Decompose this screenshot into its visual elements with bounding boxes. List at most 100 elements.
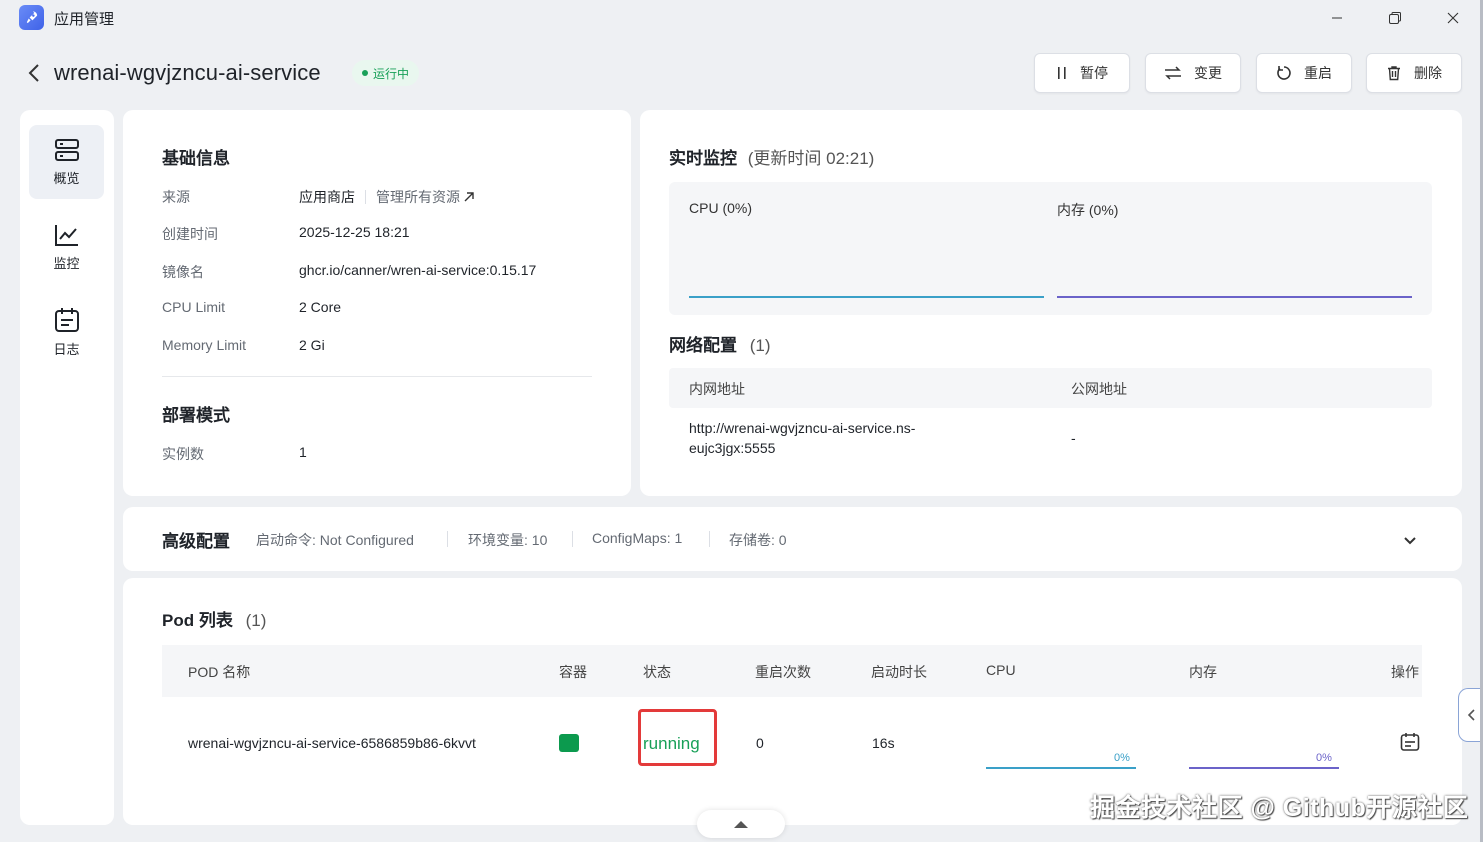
memory-limit-label: Memory Limit <box>162 337 247 353</box>
cpu-usage-line <box>689 296 1044 298</box>
advanced-config-card[interactable]: 高级配置 启动命令: Not Configured 环境变量: 10 Confi… <box>123 507 1462 571</box>
delete-button[interactable]: 删除 <box>1366 53 1462 93</box>
delete-label: 删除 <box>1414 65 1442 81</box>
basic-info-card: 基础信息 来源 应用商店 管理所有资源 创建时间 2025-12-25 18:21… <box>123 110 631 496</box>
restart-label: 重启 <box>1304 65 1332 81</box>
replicas-label: 实例数 <box>162 446 204 462</box>
pause-label: 暂停 <box>1080 65 1108 81</box>
network-count: (1) <box>749 336 771 355</box>
change-label: 变更 <box>1194 65 1222 81</box>
monitor-title-text: 实时监控 <box>669 149 737 168</box>
change-button[interactable]: 变更 <box>1145 53 1241 93</box>
network-title: 网络配置 (1) <box>669 331 771 356</box>
monitor-card: 实时监控 (更新时间 02:21) CPU (0%) 内存 (0%) 网络配置 … <box>640 110 1462 496</box>
pod-logs-icon[interactable] <box>1400 732 1420 755</box>
pod-cpu-bar <box>986 767 1136 769</box>
divider <box>365 190 366 204</box>
internal-address-line1: http://wrenai-wgvjzncu-ai-service.ns- <box>689 420 916 436</box>
monitor-title: 实时监控 (更新时间 02:21) <box>669 144 874 169</box>
volumes: 存储卷: 0 <box>729 532 787 548</box>
line-chart-icon <box>54 224 78 246</box>
image-value: ghcr.io/canner/wren-ai-service:0.15.17 <box>299 262 537 278</box>
restart-icon <box>1277 66 1291 80</box>
restore-icon[interactable] <box>1383 6 1407 30</box>
memory-limit-value: 2 Gi <box>299 337 325 353</box>
cpu-chart-label: CPU (0%) <box>689 200 753 216</box>
trash-icon <box>1388 66 1400 81</box>
public-address-header: 公网地址 <box>1071 381 1127 397</box>
status-badge: 运行中 <box>352 60 420 86</box>
image-label: 镜像名 <box>162 264 204 280</box>
network-table-header: 内网地址 公网地址 <box>669 368 1432 408</box>
chevron-down-icon[interactable] <box>1403 533 1417 549</box>
pod-uptime: 16s <box>872 735 895 751</box>
manage-resources-link[interactable]: 管理所有资源 <box>376 189 474 205</box>
status-dot-icon <box>362 70 368 76</box>
pod-name[interactable]: wrenai-wgvjzncu-ai-service-6586859b86-6k… <box>188 735 476 751</box>
close-icon[interactable] <box>1441 6 1465 30</box>
pause-button[interactable]: 暂停 <box>1034 53 1130 93</box>
col-cpu: CPU <box>986 662 1016 678</box>
memory-usage-line <box>1057 296 1412 298</box>
nav-label-monitor: 监控 <box>53 255 80 271</box>
divider <box>709 531 710 547</box>
monitor-chart-area: CPU (0%) 内存 (0%) <box>669 182 1432 315</box>
chevron-left-icon <box>1467 709 1475 721</box>
col-uptime: 启动时长 <box>871 664 927 680</box>
created-value: 2025-12-25 18:21 <box>299 224 410 240</box>
internal-address-value[interactable]: http://wrenai-wgvjzncu-ai-service.ns- eu… <box>689 418 915 458</box>
pod-memory-value: 0% <box>1316 752 1332 764</box>
col-actions: 操作 <box>1391 664 1419 680</box>
pod-list-title: Pod 列表 (1) <box>162 606 266 631</box>
title-bar: 应用管理 <box>0 0 1483 36</box>
divider <box>447 531 448 547</box>
calendar-log-icon <box>54 307 79 332</box>
nav-item-overview[interactable]: 概览 <box>29 125 104 199</box>
env-vars: 环境变量: 10 <box>468 532 548 548</box>
nav-label-logs: 日志 <box>53 341 80 357</box>
pod-status: running <box>643 734 700 753</box>
pod-count: (1) <box>245 611 267 630</box>
pause-icon <box>1058 67 1066 79</box>
back-arrow-icon[interactable] <box>22 60 46 86</box>
source-text: 应用商店 <box>299 189 355 205</box>
deploy-mode-title: 部署模式 <box>162 406 230 425</box>
memory-chart-label: 内存 (0%) <box>1057 202 1119 218</box>
section-divider <box>162 376 592 377</box>
configmaps: ConfigMaps: 1 <box>592 530 683 546</box>
side-nav: 概览 监控 日志 <box>20 110 114 825</box>
created-label: 创建时间 <box>162 226 218 242</box>
nav-item-logs[interactable]: 日志 <box>29 295 104 369</box>
cpu-limit-value: 2 Core <box>299 299 342 315</box>
cpu-limit-label: CPU Limit <box>162 299 226 315</box>
source-label: 来源 <box>162 189 190 205</box>
page-header: wrenai-wgvjzncu-ai-service 运行中 暂停 变更 重启 … <box>0 48 1483 100</box>
monitor-updated-time: (更新时间 02:21) <box>747 149 875 168</box>
collapse-panel-button[interactable] <box>697 810 785 838</box>
restart-button[interactable]: 重启 <box>1256 53 1352 93</box>
basic-info-title: 基础信息 <box>162 149 230 168</box>
nav-item-monitor[interactable]: 监控 <box>29 210 104 284</box>
rocket-icon <box>19 5 44 30</box>
pod-memory-bar <box>1189 767 1339 769</box>
external-link-icon <box>464 192 474 202</box>
internal-address-header: 内网地址 <box>689 381 745 397</box>
status-label: 运行中 <box>373 66 410 81</box>
network-title-text: 网络配置 <box>669 336 737 355</box>
minimize-icon[interactable] <box>1325 6 1349 30</box>
advanced-config-title: 高级配置 <box>162 532 230 551</box>
col-status: 状态 <box>643 664 671 680</box>
window-title: 应用管理 <box>54 11 115 28</box>
nav-label-overview: 概览 <box>53 170 80 186</box>
col-pod-name: POD 名称 <box>188 664 251 680</box>
public-address-value: - <box>1071 430 1076 446</box>
internal-address-line2: eujc3jgx:5555 <box>689 440 776 456</box>
server-icon <box>54 138 79 161</box>
source-value: 应用商店 管理所有资源 <box>299 187 474 207</box>
col-container: 容器 <box>559 664 587 680</box>
startup-command: 启动命令: Not Configured <box>256 532 414 548</box>
pod-list-title-text: Pod 列表 <box>162 611 233 630</box>
manage-resources-label: 管理所有资源 <box>376 189 460 205</box>
container-status-icon[interactable] <box>559 734 579 752</box>
caret-up-icon <box>734 821 748 828</box>
